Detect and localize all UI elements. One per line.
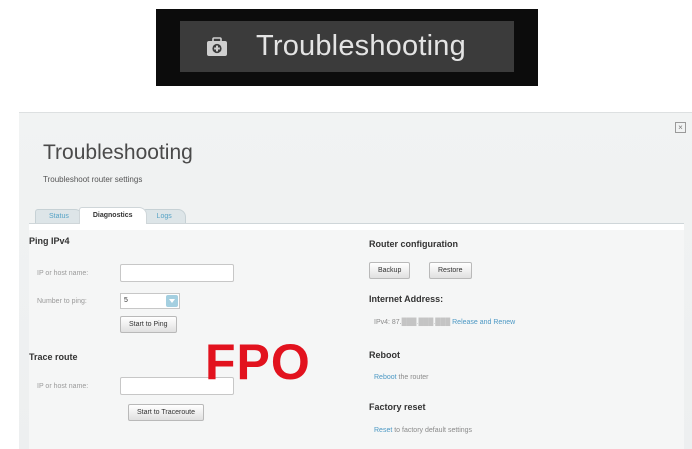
trace-heading: Trace route: [29, 352, 78, 362]
internet-address-heading: Internet Address:: [369, 294, 444, 304]
ping-host-input[interactable]: [120, 264, 234, 282]
ping-count-select[interactable]: 5: [120, 293, 180, 309]
fpo-overlay: FPO: [205, 334, 311, 390]
reboot-link[interactable]: Reboot: [374, 374, 397, 381]
ping-heading: Ping IPv4: [29, 236, 70, 246]
toolbox-icon: [206, 36, 228, 58]
ping-host-label: IP or host name:: [37, 270, 89, 277]
page-title: Troubleshooting: [43, 141, 193, 164]
reboot-line: Reboot the router: [374, 374, 429, 381]
tab-bar: Status Diagnostics Logs: [35, 206, 186, 224]
ping-count-value: 5: [124, 297, 128, 304]
ping-count-label: Number to ping:: [37, 298, 87, 305]
reset-link[interactable]: Reset: [374, 427, 392, 434]
ipv4-masked: ███.███.███: [401, 319, 451, 326]
ipv4-label: IPv4: 87.: [374, 319, 402, 326]
tab-status[interactable]: Status: [35, 209, 83, 224]
router-config-heading: Router configuration: [369, 239, 458, 249]
troubleshooting-nav-button[interactable]: Troubleshooting: [180, 21, 514, 72]
ipv4-address: IPv4: 87.███.███.███ Release and Renew: [374, 319, 515, 326]
chevron-down-icon[interactable]: [166, 295, 178, 307]
troubleshooting-panel: × Troubleshooting Troubleshoot router se…: [19, 112, 692, 449]
diagnostics-content: Ping IPv4 IP or host name: Number to pin…: [29, 230, 684, 449]
nav-bar: Troubleshooting: [156, 9, 538, 86]
reboot-heading: Reboot: [369, 350, 400, 360]
trace-host-label: IP or host name:: [37, 383, 89, 390]
factory-reset-text: to factory default settings: [392, 427, 473, 434]
start-ping-button[interactable]: Start to Ping: [120, 316, 177, 333]
tab-diagnostics[interactable]: Diagnostics: [78, 207, 147, 224]
tab-logs[interactable]: Logs: [142, 209, 186, 224]
restore-button[interactable]: Restore: [429, 262, 472, 279]
start-traceroute-button[interactable]: Start to Traceroute: [128, 404, 204, 421]
backup-button[interactable]: Backup: [369, 262, 411, 279]
close-icon[interactable]: ×: [675, 122, 686, 133]
nav-title: Troubleshooting: [256, 30, 466, 62]
page-subtitle: Troubleshoot router settings: [43, 175, 143, 184]
reboot-text: the router: [396, 374, 429, 381]
release-renew-link[interactable]: Release and Renew: [452, 319, 515, 326]
factory-reset-line: Reset to factory default settings: [374, 427, 472, 434]
factory-reset-heading: Factory reset: [369, 402, 426, 412]
